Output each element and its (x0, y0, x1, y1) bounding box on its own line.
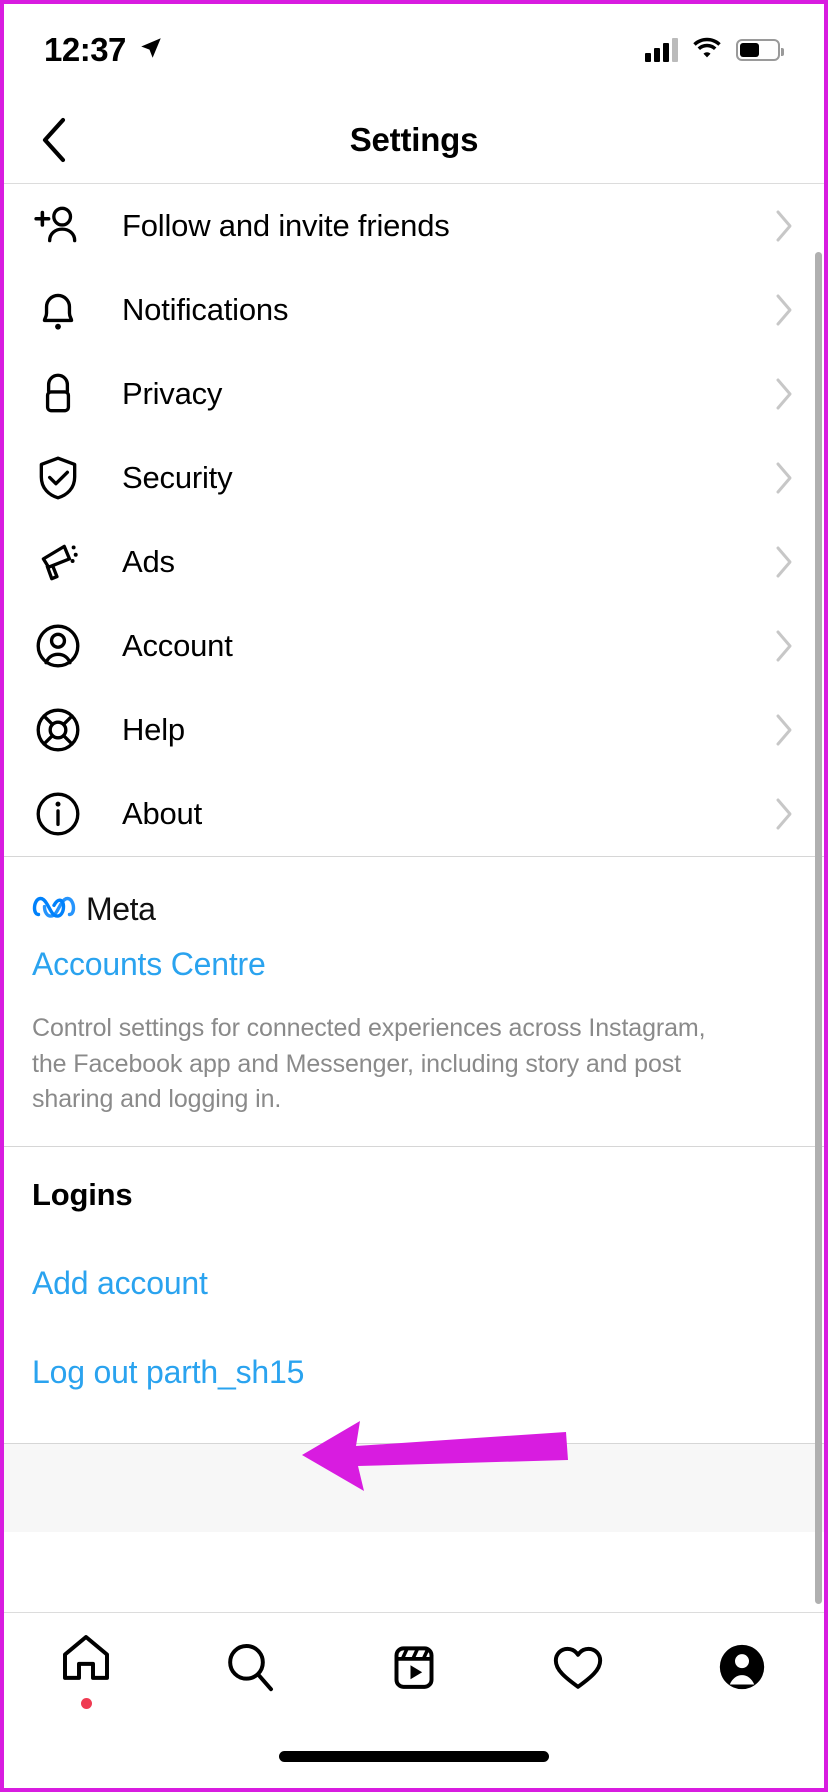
heart-icon (550, 1639, 606, 1700)
settings-scroll-area[interactable]: Follow and invite friends Notifications (4, 184, 824, 1692)
tab-home[interactable] (4, 1613, 168, 1725)
bottom-tab-bar (4, 1612, 824, 1788)
tab-profile[interactable] (660, 1613, 824, 1725)
settings-item-label: About (122, 796, 203, 831)
settings-item-security[interactable]: Security (4, 436, 824, 520)
profile-avatar-icon (714, 1639, 770, 1700)
settings-item-help[interactable]: Help (4, 688, 824, 772)
reels-icon (386, 1639, 442, 1700)
settings-item-ads[interactable]: Ads (4, 520, 824, 604)
cellular-signal-icon (645, 38, 678, 62)
settings-item-label: Notifications (122, 292, 289, 327)
accounts-centre-link[interactable]: Accounts Centre (32, 946, 266, 983)
home-icon (58, 1630, 114, 1691)
tab-list (4, 1613, 824, 1725)
add-account-link[interactable]: Add account (32, 1265, 794, 1302)
home-indicator (279, 1751, 549, 1762)
chevron-right-icon (764, 461, 794, 495)
status-bar: 12:37 (4, 4, 824, 96)
meta-brand-name: Meta (86, 891, 156, 927)
chevron-left-icon (42, 117, 66, 162)
person-circle-icon (32, 620, 84, 672)
chevron-right-icon (764, 797, 794, 831)
status-bar-right (645, 36, 784, 64)
chevron-right-icon (764, 209, 794, 243)
settings-item-label: Follow and invite friends (122, 208, 450, 243)
chevron-right-icon (764, 545, 794, 579)
status-bar-left: 12:37 (44, 31, 164, 69)
bell-icon (32, 284, 84, 336)
log-out-link[interactable]: Log out parth_sh15 (32, 1354, 794, 1391)
settings-item-label: Account (122, 628, 233, 663)
meta-description: Control settings for connected experienc… (32, 1014, 706, 1113)
chevron-right-icon (764, 713, 794, 747)
phone-screen: 12:37 Settings Follow and invite friends… (0, 0, 828, 1792)
tab-search[interactable] (168, 1613, 332, 1725)
meta-brand: Meta (32, 891, 794, 928)
status-time: 12:37 (44, 31, 126, 68)
settings-item-notifications[interactable]: Notifications (4, 268, 824, 352)
page-title: Settings (349, 120, 479, 158)
settings-item-about[interactable]: About (4, 772, 824, 856)
wifi-icon (692, 36, 722, 64)
navigation-header: Settings (4, 96, 824, 184)
settings-item-privacy[interactable]: Privacy (4, 352, 824, 436)
settings-list: Follow and invite friends Notifications (4, 184, 824, 856)
lock-icon (32, 368, 84, 420)
logins-section: Logins Add account Log out parth_sh15 (4, 1146, 824, 1391)
meta-section: Meta Accounts Centre Control settings fo… (4, 857, 824, 1146)
person-plus-icon (32, 200, 84, 252)
shield-check-icon (32, 452, 84, 504)
tab-reels[interactable] (332, 1613, 496, 1725)
logins-heading: Logins (32, 1176, 133, 1212)
chevron-right-icon (764, 629, 794, 663)
lifebuoy-icon (32, 704, 84, 756)
settings-item-label: Help (122, 712, 185, 747)
vertical-scrollbar[interactable] (815, 252, 822, 1604)
megaphone-icon (32, 536, 84, 588)
content-tail-spacer (4, 1443, 824, 1532)
tab-activity[interactable] (496, 1613, 660, 1725)
settings-item-label: Security (122, 460, 233, 495)
battery-icon (736, 39, 784, 61)
back-button[interactable] (30, 117, 76, 163)
settings-item-follow-and-invite-friends[interactable]: Follow and invite friends (4, 184, 824, 268)
chevron-right-icon (764, 293, 794, 327)
settings-item-label: Ads (122, 544, 175, 579)
info-circle-icon (32, 788, 84, 840)
home-badge-dot (80, 1697, 92, 1709)
meta-infinity-logo (32, 892, 76, 927)
chevron-right-icon (764, 377, 794, 411)
location-arrow-icon (138, 35, 164, 66)
search-icon (222, 1639, 278, 1700)
settings-item-account[interactable]: Account (4, 604, 824, 688)
settings-item-label: Privacy (122, 376, 223, 411)
